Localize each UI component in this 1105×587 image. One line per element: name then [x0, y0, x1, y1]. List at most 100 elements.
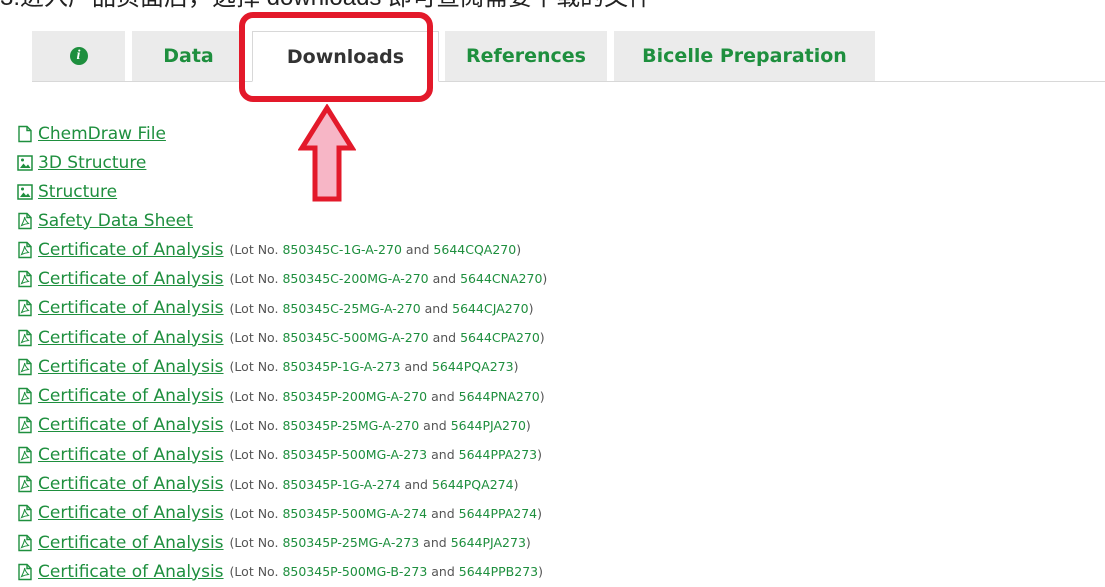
lot-suffix: )	[539, 388, 545, 404]
certificate-row: Certificate of Analysis (Lot No. 850345P…	[16, 499, 547, 528]
lot-prefix: (Lot No.	[229, 417, 279, 433]
lot-suffix: )	[537, 447, 543, 463]
lot-numbers: (Lot No. 850345P-200MG-A-270 and 5644PNA…	[230, 389, 545, 404]
lot-number-link[interactable]: 850345P-1G-A-273	[282, 359, 400, 374]
certificate-row: Certificate of Analysis (Lot No. 850345C…	[16, 235, 547, 264]
lot-number-link[interactable]: 850345C-500MG-A-270	[282, 330, 428, 345]
certificate-row: Certificate of Analysis (Lot No. 850345C…	[16, 323, 547, 352]
certificate-row: Certificate of Analysis (Lot No. 850345P…	[16, 557, 547, 586]
lot-suffix: )	[513, 476, 519, 492]
lot-number-link[interactable]: 850345P-500MG-A-274	[282, 506, 427, 521]
certificate-row: Certificate of Analysis (Lot No. 850345P…	[16, 440, 547, 469]
certificate-of-analysis-link[interactable]: Certificate of Analysis	[38, 357, 224, 377]
batch-number-link[interactable]: 5644PQA274	[432, 477, 514, 492]
certificate-of-analysis-link[interactable]: Certificate of Analysis	[38, 474, 224, 494]
certificate-of-analysis-link[interactable]: Certificate of Analysis	[38, 533, 224, 553]
product-tabs: i Data Downloads References Bicelle Prep…	[32, 31, 1105, 82]
lot-numbers: (Lot No. 850345P-500MG-A-273 and 5644PPA…	[230, 447, 542, 462]
lot-and: and	[423, 417, 447, 433]
lot-number-link[interactable]: 850345C-200MG-A-270	[282, 271, 428, 286]
lot-numbers: (Lot No. 850345P-500MG-A-274 and 5644PPA…	[230, 506, 542, 521]
pdf-file-icon	[18, 300, 32, 317]
certificate-of-analysis-link[interactable]: Certificate of Analysis	[38, 415, 224, 435]
lot-numbers: (Lot No. 850345P-500MG-B-273 and 5644PPB…	[230, 564, 543, 579]
lot-number-link[interactable]: 850345P-1G-A-274	[282, 477, 400, 492]
certificate-of-analysis-link[interactable]: Certificate of Analysis	[38, 240, 224, 260]
lot-prefix: (Lot No.	[229, 388, 279, 404]
batch-number-link[interactable]: 5644PPB273	[459, 564, 538, 579]
lot-and: and	[432, 330, 457, 346]
lot-and: and	[424, 300, 449, 316]
lot-prefix: (Lot No.	[229, 505, 279, 521]
lot-numbers: (Lot No. 850345P-1G-A-273 and 5644PQA273…	[230, 359, 519, 374]
lot-number-link[interactable]: 850345P-200MG-A-270	[282, 389, 427, 404]
lot-numbers: (Lot No. 850345P-25MG-A-273 and 5644PJA2…	[230, 535, 531, 550]
certificate-of-analysis-link[interactable]: Certificate of Analysis	[38, 503, 224, 523]
certificate-of-analysis-link[interactable]: Certificate of Analysis	[38, 386, 224, 406]
tab-references[interactable]: References	[445, 31, 607, 81]
tab-references-label: References	[466, 45, 586, 67]
certificate-row: Certificate of Analysis (Lot No. 850345P…	[16, 528, 547, 557]
lot-number-link[interactable]: 850345P-25MG-A-273	[282, 535, 419, 550]
info-icon: i	[69, 47, 88, 65]
pdf-file-icon	[18, 446, 32, 463]
tab-bicelle-preparation-label: Bicelle Preparation	[642, 45, 847, 67]
structure-link[interactable]: Structure	[38, 182, 117, 202]
pdf-file-icon	[18, 563, 32, 581]
lot-suffix: )	[525, 535, 531, 551]
batch-number-link[interactable]: 5644PPA273	[459, 447, 538, 462]
certificate-of-analysis-link[interactable]: Certificate of Analysis	[38, 298, 224, 318]
tab-info[interactable]: i	[32, 31, 125, 81]
batch-number-link[interactable]: 5644CPA270	[460, 330, 540, 345]
lot-numbers: (Lot No. 850345C-200MG-A-270 and 5644CNA…	[230, 271, 548, 286]
batch-number-link[interactable]: 5644PPA274	[459, 506, 538, 521]
pdf-file-icon	[18, 329, 32, 346]
lot-and: and	[431, 388, 455, 404]
download-item: ChemDraw File	[16, 119, 547, 148]
batch-number-link[interactable]: 5644PNA270	[459, 389, 540, 404]
lot-and: and	[404, 476, 428, 492]
batch-number-link[interactable]: 5644CJA270	[452, 301, 528, 316]
tab-data[interactable]: Data	[132, 31, 245, 81]
certificate-of-analysis-link[interactable]: Certificate of Analysis	[38, 269, 224, 289]
pdf-file-icon	[18, 534, 32, 551]
batch-number-link[interactable]: 5644CQA270	[433, 242, 516, 257]
lot-prefix: (Lot No.	[229, 447, 279, 463]
lot-number-link[interactable]: 850345P-25MG-A-270	[282, 418, 419, 433]
tab-data-label: Data	[163, 45, 214, 67]
lot-prefix: (Lot No.	[229, 271, 279, 287]
certificate-row: Certificate of Analysis (Lot No. 850345P…	[16, 411, 547, 440]
safety-data-sheet-link[interactable]: Safety Data Sheet	[38, 211, 193, 231]
batch-number-link[interactable]: 5644CNA270	[460, 271, 542, 286]
lot-number-link[interactable]: 850345C-1G-A-270	[282, 242, 401, 257]
tab-bicelle-preparation[interactable]: Bicelle Preparation	[614, 31, 875, 81]
certificate-row: Certificate of Analysis (Lot No. 850345C…	[16, 294, 547, 323]
3d-structure-link[interactable]: 3D Structure	[38, 153, 146, 173]
certificate-of-analysis-link[interactable]: Certificate of Analysis	[38, 445, 224, 465]
lot-suffix: )	[538, 564, 543, 580]
lot-prefix: (Lot No.	[229, 564, 279, 580]
download-item: 3D Structure	[16, 148, 547, 177]
pdf-file-icon	[18, 387, 32, 405]
lot-and: and	[423, 535, 447, 551]
lot-and: and	[431, 505, 455, 521]
lot-number-link[interactable]: 850345P-500MG-B-273	[282, 564, 427, 579]
pdf-file-icon	[18, 212, 32, 229]
chemdraw-file-link[interactable]: ChemDraw File	[38, 124, 166, 144]
lot-suffix: )	[513, 359, 519, 375]
certificate-row: Certificate of Analysis (Lot No. 850345C…	[16, 264, 547, 293]
batch-number-link[interactable]: 5644PQA273	[432, 359, 514, 374]
file-icon	[18, 125, 32, 142]
certificate-row: Certificate of Analysis (Lot No. 850345P…	[16, 381, 547, 410]
batch-number-link[interactable]: 5644PJA273	[451, 535, 526, 550]
lot-and: and	[431, 447, 455, 463]
certificate-of-analysis-link[interactable]: Certificate of Analysis	[38, 328, 224, 348]
lot-number-link[interactable]: 850345C-25MG-A-270	[282, 301, 420, 316]
certificate-of-analysis-link[interactable]: Certificate of Analysis	[38, 562, 224, 582]
lot-prefix: (Lot No.	[229, 535, 279, 551]
pdf-file-icon	[18, 475, 32, 493]
lot-number-link[interactable]: 850345P-500MG-A-273	[282, 447, 427, 462]
batch-number-link[interactable]: 5644PJA270	[451, 418, 526, 433]
download-item: Safety Data Sheet	[16, 206, 547, 235]
download-item: Structure	[16, 177, 547, 206]
